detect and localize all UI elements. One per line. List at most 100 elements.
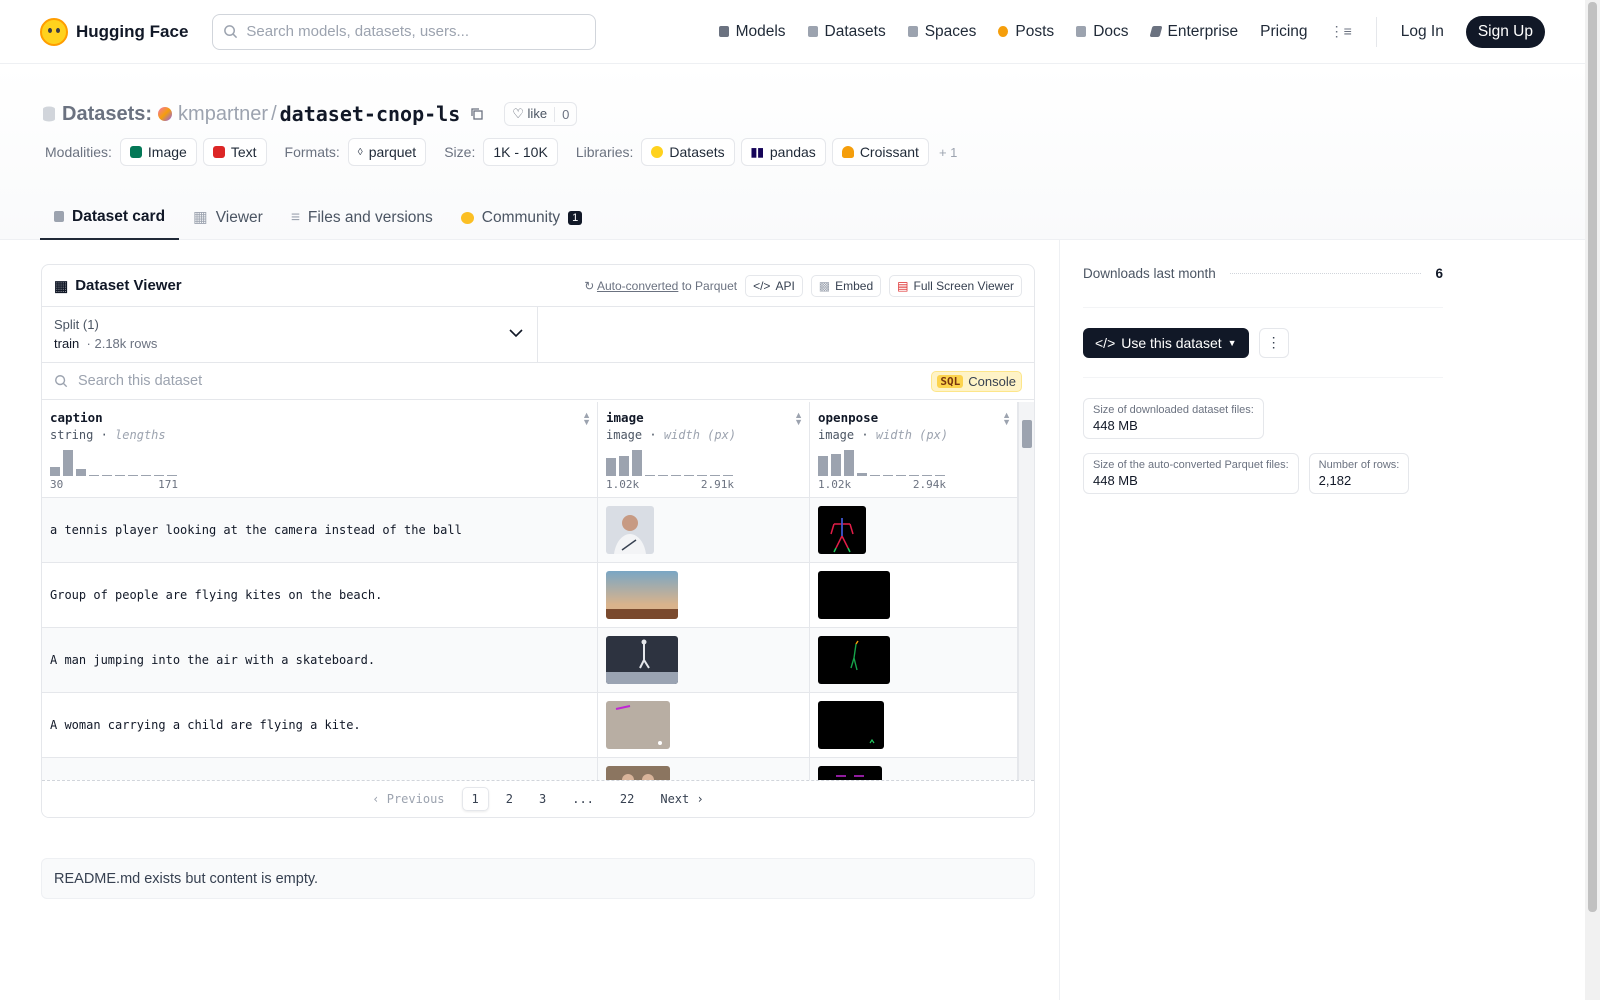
tab-community[interactable]: Community 1 <box>447 195 597 240</box>
image-thumbnail[interactable] <box>606 506 654 554</box>
table-row[interactable]: A woman carrying a child are flying a ki… <box>42 693 1018 758</box>
more-menu-icon[interactable]: ⋮≡ <box>1330 23 1352 40</box>
breadcrumb-owner[interactable]: kmpartner <box>178 103 268 126</box>
histogram-bar[interactable] <box>128 475 138 476</box>
brand-logo[interactable]: Hugging Face <box>40 17 188 46</box>
viewer-search[interactable]: SQL Console <box>42 363 1034 400</box>
openpose-thumbnail[interactable] <box>818 506 866 554</box>
page-2[interactable]: 2 <box>497 788 522 810</box>
page-1[interactable]: 1 <box>461 787 489 811</box>
openpose-thumbnail[interactable] <box>818 571 890 619</box>
breadcrumb-section[interactable]: Datasets: <box>62 103 152 126</box>
histogram-bar[interactable] <box>723 475 733 476</box>
page-3[interactable]: 3 <box>530 788 555 810</box>
nav-docs[interactable]: Docs <box>1076 23 1129 41</box>
dataset-name[interactable]: dataset-cnop-ls <box>280 102 461 126</box>
global-search-input[interactable] <box>246 23 586 40</box>
histogram-bar[interactable] <box>154 475 164 476</box>
auto-converted-link[interactable]: Auto-converted <box>597 279 678 293</box>
histogram-bar[interactable] <box>922 475 932 476</box>
sort-icon[interactable]: ▲ ▼ <box>582 411 591 427</box>
histogram-bar[interactable] <box>606 458 616 476</box>
fullscreen-button[interactable]: ▤ Full Screen Viewer <box>889 274 1022 297</box>
histogram-bar[interactable] <box>632 450 642 476</box>
page-22[interactable]: 22 <box>611 788 643 810</box>
previous-page-button[interactable]: ‹ Previous <box>363 788 453 810</box>
tag-parquet[interactable]: ◊ parquet <box>347 138 427 166</box>
histogram-bar[interactable] <box>63 450 73 476</box>
embed-button[interactable]: ▩ Embed <box>810 274 882 297</box>
sql-console-button[interactable]: SQL Console <box>931 370 1022 392</box>
histogram-bar[interactable] <box>870 475 880 476</box>
caption-cell: Group of people are flying kites on the … <box>42 563 598 627</box>
tag-size[interactable]: 1K - 10K <box>483 138 558 166</box>
histogram-bar[interactable] <box>167 475 177 476</box>
like-button[interactable]: ♡ like 0 <box>504 102 578 126</box>
viewer-search-input[interactable] <box>78 373 922 389</box>
use-this-dataset-button[interactable]: </> Use this dataset ▼ <box>1083 327 1249 358</box>
tag-text[interactable]: Text <box>202 138 267 166</box>
openpose-thumbnail[interactable] <box>818 636 890 684</box>
api-button[interactable]: </> API <box>745 274 803 297</box>
table-scrollbar[interactable] <box>1018 402 1034 782</box>
histogram-bar[interactable] <box>50 467 60 476</box>
image-thumbnail[interactable] <box>606 701 670 749</box>
column-header-image[interactable]: image image · width (px) 1.02k 2.91k ▲ ▼ <box>598 402 810 497</box>
column-header-openpose[interactable]: openpose image · width (px) 1.02k 2.94k ▲… <box>810 402 1018 497</box>
histogram-bar[interactable] <box>115 475 125 476</box>
histogram-bar[interactable] <box>697 475 707 476</box>
tag-croissant[interactable]: Croissant <box>831 138 929 166</box>
image-thumbnail[interactable] <box>606 636 678 684</box>
histogram-bar[interactable] <box>896 475 906 476</box>
nav-enterprise[interactable]: Enterprise <box>1149 23 1238 41</box>
histogram-bar[interactable] <box>844 450 854 476</box>
sort-icon[interactable]: ▲ ▼ <box>794 411 803 427</box>
table-scrollbar-thumb[interactable] <box>1022 420 1032 448</box>
image-thumbnail[interactable] <box>606 571 678 619</box>
histogram-bar[interactable] <box>883 475 893 476</box>
page-scrollbar[interactable] <box>1585 0 1600 1000</box>
tab-dataset-card[interactable]: Dataset card <box>40 195 180 240</box>
next-page-button[interactable]: Next › <box>651 788 712 810</box>
nav-pricing[interactable]: Pricing <box>1260 23 1307 41</box>
openpose-thumbnail[interactable] <box>818 701 884 749</box>
signup-button[interactable]: Sign Up <box>1465 15 1545 48</box>
histogram-bar[interactable] <box>684 475 694 476</box>
page-scrollbar-thumb[interactable] <box>1588 2 1597 912</box>
histogram-bar[interactable] <box>658 475 668 476</box>
histogram-bar[interactable] <box>671 475 681 476</box>
more-options-button[interactable]: ⋮ <box>1258 327 1289 358</box>
tag-datasets-lib[interactable]: Datasets <box>641 138 735 166</box>
tag-image[interactable]: Image <box>119 138 197 166</box>
histogram-bar[interactable] <box>818 456 828 476</box>
histogram-bar[interactable] <box>89 475 99 476</box>
global-search[interactable] <box>212 13 597 50</box>
histogram-bar[interactable] <box>909 475 919 476</box>
histogram-bar[interactable] <box>857 473 867 476</box>
more-libraries[interactable]: + 1 <box>939 145 957 160</box>
sort-icon[interactable]: ▲ ▼ <box>1002 411 1011 427</box>
nav-spaces[interactable]: Spaces <box>907 23 976 41</box>
nav-models[interactable]: Models <box>718 23 786 41</box>
table-row[interactable]: Group of people are flying kites on the … <box>42 563 1018 628</box>
table-row[interactable] <box>42 758 1018 782</box>
tab-files[interactable]: ≡ Files and versions <box>277 195 447 240</box>
tag-pandas[interactable]: ▮▮ pandas <box>740 138 826 166</box>
histogram-bar[interactable] <box>831 454 841 476</box>
column-header-caption[interactable]: caption string · lengths 30 171 ▲ ▼ <box>42 402 598 497</box>
histogram-bar[interactable] <box>645 475 655 476</box>
histogram-bar[interactable] <box>141 475 151 476</box>
table-row[interactable]: A man jumping into the air with a skateb… <box>42 628 1018 693</box>
histogram-bar[interactable] <box>935 475 945 476</box>
histogram-bar[interactable] <box>619 456 629 476</box>
login-link[interactable]: Log In <box>1401 23 1444 41</box>
nav-posts[interactable]: Posts <box>998 23 1054 41</box>
histogram-bar[interactable] <box>102 475 112 476</box>
split-selector[interactable]: Split (1) train · 2.18k rows <box>42 307 538 362</box>
histogram-bar[interactable] <box>76 469 86 476</box>
tab-viewer[interactable]: ▦ Viewer <box>179 195 277 240</box>
copy-icon[interactable] <box>470 107 484 121</box>
nav-datasets[interactable]: Datasets <box>807 23 886 41</box>
table-row[interactable]: a tennis player looking at the camera in… <box>42 498 1018 563</box>
histogram-bar[interactable] <box>710 475 720 476</box>
